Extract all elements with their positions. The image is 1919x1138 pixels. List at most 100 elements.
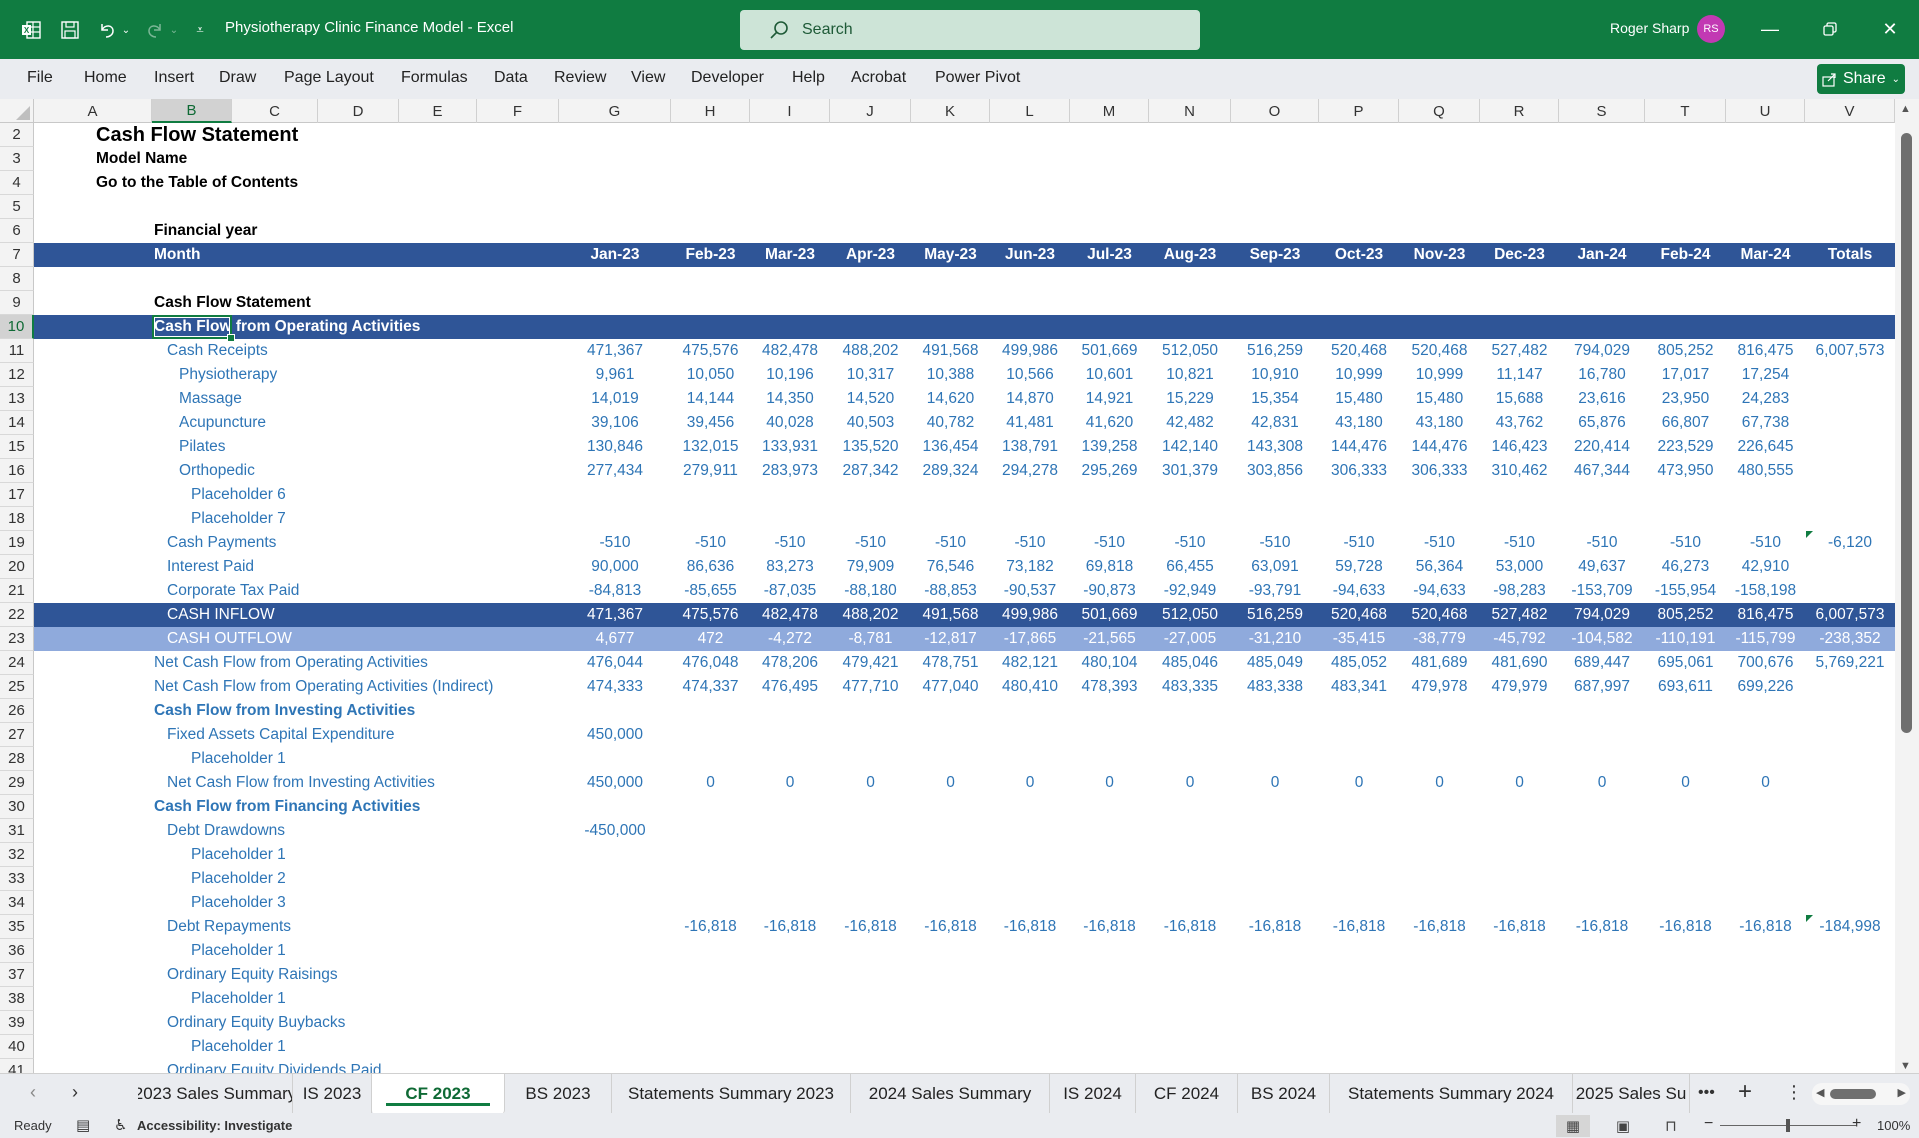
cell-value[interactable]: 0 [911,771,990,795]
sheet-tab[interactable]: BS 2024 [1238,1074,1330,1114]
cell-value[interactable]: 483,341 [1319,675,1399,699]
cell-value[interactable]: 512,050 [1149,603,1231,627]
row-label[interactable]: Placeholder 1 [191,1035,286,1059]
cell-value[interactable]: 0 [750,771,830,795]
row-label[interactable]: Massage [179,387,242,411]
cell-value[interactable]: 11,147 [1480,363,1559,387]
cell-value[interactable]: -93,791 [1231,579,1319,603]
restore-button[interactable] [1810,14,1850,44]
undo-icon[interactable] [94,17,120,43]
cell-value[interactable]: 475,576 [671,603,750,627]
cell-value[interactable]: -16,818 [1149,915,1231,939]
cell-value[interactable]: 144,476 [1319,435,1399,459]
cell-value[interactable]: -184,998 [1805,915,1895,939]
row-header[interactable]: 16 [0,459,34,483]
cell-value[interactable]: -90,537 [990,579,1070,603]
cell-value[interactable]: 43,180 [1399,411,1480,435]
cell-value[interactable]: 306,333 [1319,459,1399,483]
cell-value[interactable]: 139,258 [1070,435,1149,459]
user-name[interactable]: Roger Sharp [1610,20,1689,36]
cell-value[interactable]: 499,986 [990,339,1070,363]
close-button[interactable]: ✕ [1870,14,1910,44]
cell-value[interactable]: 17,017 [1645,363,1726,387]
minimize-button[interactable]: — [1750,14,1790,44]
cell-value[interactable]: -6,120 [1805,531,1895,555]
row-header[interactable]: 15 [0,435,34,459]
cell-value[interactable]: 4,677 [559,627,671,651]
cell-value[interactable]: 132,015 [671,435,750,459]
row-label[interactable]: Fixed Assets Capital Expenditure [167,723,394,747]
row-label[interactable]: Debt Repayments [167,915,291,939]
cell-value[interactable]: 49,637 [1559,555,1645,579]
cell-value[interactable]: 476,044 [559,651,671,675]
row-header[interactable]: 41 [0,1059,34,1074]
cell-value[interactable]: 10,050 [671,363,750,387]
cell-value[interactable]: 479,421 [830,651,911,675]
cell-value[interactable]: 10,196 [750,363,830,387]
row-header[interactable]: 4 [0,171,34,195]
cell-value[interactable]: 501,669 [1070,339,1149,363]
row-header[interactable]: 28 [0,747,34,771]
save-icon[interactable] [58,17,82,43]
cell-value[interactable]: 10,601 [1070,363,1149,387]
cell-value[interactable]: 794,029 [1559,603,1645,627]
cell-value[interactable]: 695,061 [1645,651,1726,675]
column-header-n[interactable]: N [1149,99,1231,123]
cell-value[interactable]: 15,480 [1399,387,1480,411]
month-header[interactable]: Jun-23 [990,243,1070,267]
cell-value[interactable]: 56,364 [1399,555,1480,579]
cell-value[interactable]: 14,144 [671,387,750,411]
cell-value[interactable]: -16,818 [1231,915,1319,939]
month-header[interactable]: Apr-23 [830,243,911,267]
menu-page-layout[interactable]: Page Layout [284,69,374,87]
menu-help[interactable]: Help [792,69,825,87]
cell-value[interactable]: 805,252 [1645,603,1726,627]
cell-value[interactable]: 69,818 [1070,555,1149,579]
row-label[interactable]: Ordinary Equity Dividends Paid [167,1059,382,1074]
cell-value[interactable]: 482,121 [990,651,1070,675]
cell-value[interactable]: 485,046 [1149,651,1231,675]
column-header-k[interactable]: K [911,99,990,123]
cell-value[interactable]: 474,337 [671,675,750,699]
cell-value[interactable]: 816,475 [1726,603,1805,627]
cell-value[interactable]: 700,676 [1726,651,1805,675]
row-header[interactable]: 32 [0,843,34,867]
sheet-tab[interactable]: CF 2023 [372,1074,505,1114]
row-label[interactable]: Cash Flow from Investing Activities [154,699,415,723]
menu-power-pivot[interactable]: Power Pivot [935,69,1020,87]
sheet-tab[interactable]: CF 2024 [1136,1074,1238,1114]
cell-value[interactable]: 136,454 [911,435,990,459]
cell-value[interactable]: -510 [830,531,911,555]
cell-value[interactable]: 476,048 [671,651,750,675]
cell-value[interactable]: 475,576 [671,339,750,363]
cell-value[interactable]: -16,818 [990,915,1070,939]
cell-value[interactable]: -88,180 [830,579,911,603]
cell-value[interactable]: 483,335 [1149,675,1231,699]
cell-value[interactable]: 40,782 [911,411,990,435]
cell-value[interactable]: 287,342 [830,459,911,483]
cell-value[interactable]: 277,434 [559,459,671,483]
cell-value[interactable]: 226,645 [1726,435,1805,459]
cell-value[interactable]: 43,762 [1480,411,1559,435]
cell-value[interactable]: 42,482 [1149,411,1231,435]
cell-value[interactable]: 63,091 [1231,555,1319,579]
cell-value[interactable]: 0 [1726,771,1805,795]
cell-value[interactable]: 14,620 [911,387,990,411]
row-label[interactable]: Cash Flow from Financing Activities [154,795,420,819]
cell-value[interactable]: 142,140 [1149,435,1231,459]
financial-year-label[interactable]: Financial year [154,219,257,243]
cell-value[interactable]: -510 [1319,531,1399,555]
month-header[interactable]: Oct-23 [1319,243,1399,267]
cell-value[interactable]: -16,818 [911,915,990,939]
cell-value[interactable]: -510 [1480,531,1559,555]
cell-value[interactable]: 488,202 [830,603,911,627]
row-label[interactable]: Orthopedic [179,459,255,483]
cell-value[interactable]: 130,846 [559,435,671,459]
row-header[interactable]: 11 [0,339,34,363]
cell-value[interactable]: -45,792 [1480,627,1559,651]
zoom-in-button[interactable]: + [1852,1115,1861,1133]
row-label[interactable]: Cash Flow from Operating Activities [154,315,420,339]
cell-value[interactable]: 15,480 [1319,387,1399,411]
cell-value[interactable]: -16,818 [1319,915,1399,939]
cell-value[interactable]: 283,973 [750,459,830,483]
